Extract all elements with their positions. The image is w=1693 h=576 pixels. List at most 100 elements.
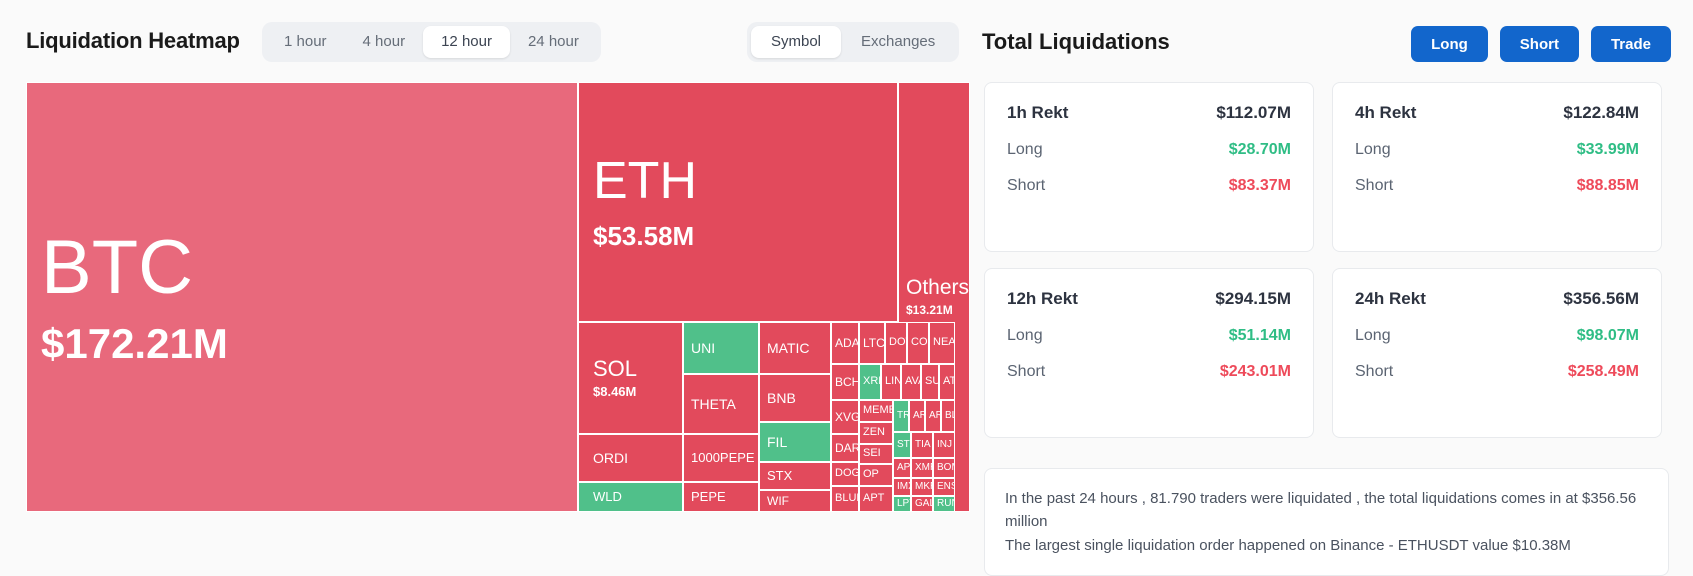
treemap-tile-symbol: DOT: [889, 336, 906, 349]
stat-card-12h-short-value: $243.01M: [1219, 363, 1291, 380]
treemap-tile-sei[interactable]: SEI: [859, 444, 893, 464]
treemap-tile-value: $13.21M: [906, 303, 953, 318]
stat-card-12h-long-label: Long: [1007, 327, 1043, 344]
treemap-tile-symbol: APE: [897, 461, 911, 473]
treemap-tile-xvg[interactable]: XVG: [831, 400, 859, 434]
liquidation-treemap[interactable]: BTC $172.21M ETH $53.58M Others $13.21M SOL $8.…: [26, 82, 970, 512]
timeframe-24-hour[interactable]: 24 hour: [510, 26, 597, 58]
treemap-tile-ape[interactable]: APE: [893, 458, 911, 478]
treemap-tile-fil[interactable]: FIL: [759, 422, 831, 462]
treemap-tile-symbol: AR: [913, 409, 924, 421]
treemap-tile-symbol: LTC: [863, 335, 885, 350]
treemap-tile-ens[interactable]: ENS: [933, 478, 955, 496]
treemap-tile-strk[interactable]: STRK: [893, 432, 911, 458]
treemap-tile-eth[interactable]: ETH $53.58M: [578, 82, 898, 322]
treemap-tile-symbol: BLZ: [945, 409, 954, 421]
treemap-tile-symbol: SEI: [863, 447, 881, 460]
treemap-tile-btc[interactable]: BTC $172.21M: [26, 82, 578, 512]
stat-card-1h-short-label: Short: [1007, 177, 1046, 194]
treemap-tile-avax[interactable]: AVAX: [901, 364, 921, 400]
short-button[interactable]: Short: [1499, 26, 1579, 62]
stat-card-1h-title: 1h Rekt: [1007, 103, 1069, 122]
treemap-tile-value: $8.46M: [593, 384, 637, 400]
treemap-tile-symbol: WIF: [767, 493, 789, 508]
stat-card-12h-long-row: Long $51.14M: [1007, 327, 1291, 345]
treemap-tile-symbol: NEAR: [933, 336, 955, 349]
treemap-tile-link[interactable]: LINK: [881, 364, 901, 400]
treemap-tile-ar[interactable]: AR: [909, 400, 925, 432]
stat-card-4h-title: 4h Rekt: [1355, 103, 1417, 122]
treemap-tile-ada[interactable]: ADA: [831, 322, 859, 364]
treemap-tile-gala[interactable]: GALA: [911, 496, 933, 512]
treemap-tile-wld[interactable]: WLD: [578, 482, 683, 512]
treemap-tile-mkr[interactable]: MKR: [911, 478, 933, 496]
timeframe-1-hour[interactable]: 1 hour: [266, 26, 345, 58]
trade-button[interactable]: Trade: [1590, 26, 1671, 62]
treemap-tile-symbol: BLUR: [835, 492, 858, 505]
treemap-tile-1000pepe[interactable]: 1000PEPE: [683, 434, 759, 482]
treemap-tile-symbol: STRK: [897, 438, 910, 450]
treemap-tile-op[interactable]: OP: [859, 464, 893, 486]
treemap-tile-inj[interactable]: INJ: [933, 432, 955, 458]
treemap-tile-xmr[interactable]: XMR: [911, 458, 933, 478]
timeframe-4-hour[interactable]: 4 hour: [345, 26, 424, 58]
view-exchanges[interactable]: Exchanges: [841, 26, 955, 58]
treemap-tile-value: $53.58M: [593, 220, 695, 251]
treemap-tile-comp[interactable]: COMP: [907, 322, 929, 364]
view-symbol[interactable]: Symbol: [751, 26, 842, 58]
stat-card-24h-long-value: $98.07M: [1576, 327, 1639, 344]
treemap-tile-trx[interactable]: TRX: [893, 400, 909, 432]
treemap-tile-wif[interactable]: WIF: [759, 490, 831, 512]
treemap-tile-matic[interactable]: MATIC: [759, 322, 831, 374]
treemap-tile-sui[interactable]: SUI: [921, 364, 939, 400]
treemap-tile-dot[interactable]: DOT: [885, 322, 907, 364]
treemap-tile-uni[interactable]: UNI: [683, 322, 759, 374]
treemap-tile-symbol: ATOM: [943, 375, 955, 388]
treemap-tile-zen[interactable]: ZEN: [859, 422, 893, 444]
summary-line-2: The largest single liquidation order hap…: [1005, 536, 1571, 554]
timeframe-12-hour[interactable]: 12 hour: [423, 26, 510, 58]
stat-card-1h-long-row: Long $28.70M: [1007, 141, 1291, 159]
long-button[interactable]: Long: [1411, 26, 1488, 62]
treemap-tile-bch[interactable]: BCH: [831, 364, 859, 400]
treemap-tile-rune[interactable]: RUNE: [933, 496, 955, 512]
treemap-tile-doge[interactable]: DOGE: [831, 462, 859, 486]
stat-card-24h[interactable]: 24h Rekt $356.56M Long $98.07M Short $25…: [1332, 268, 1662, 438]
stat-card-4h-short-label: Short: [1355, 177, 1394, 194]
stat-card-24h-short-row: Short $258.49M: [1355, 363, 1639, 381]
view-selector[interactable]: Symbol Exchanges: [747, 22, 960, 62]
stat-card-12h-total-row: 12h Rekt $294.15M: [1007, 289, 1291, 309]
treemap-tile-xrp[interactable]: XRP: [859, 364, 881, 400]
treemap-tile-meme[interactable]: MEME: [859, 400, 893, 422]
treemap-tile-tia[interactable]: TIA: [911, 432, 933, 458]
stat-card-12h-total: $294.15M: [1215, 289, 1291, 308]
treemap-tile-stx[interactable]: STX: [759, 462, 831, 490]
treemap-tile-bnb[interactable]: BNB: [759, 374, 831, 422]
treemap-tile-dark[interactable]: DARK: [831, 434, 859, 462]
treemap-tile-apt[interactable]: APT: [859, 486, 893, 512]
treemap-tile-atom[interactable]: ATOM: [939, 364, 955, 400]
total-liquidations-title: Total Liquidations: [982, 29, 1170, 54]
timeframe-selector[interactable]: 1 hour 4 hour 12 hour 24 hour: [262, 22, 601, 62]
treemap-tile-near[interactable]: NEAR: [929, 322, 955, 364]
treemap-tile-ltc[interactable]: LTC: [859, 322, 885, 364]
treemap-tile-bome[interactable]: BOME: [933, 458, 955, 478]
treemap-tile-theta[interactable]: THETA: [683, 374, 759, 434]
stat-card-1h-long-value: $28.70M: [1228, 141, 1291, 158]
stat-card-4h[interactable]: 4h Rekt $122.84M Long $33.99M Short $88.…: [1332, 82, 1662, 252]
stat-card-4h-total-row: 4h Rekt $122.84M: [1355, 103, 1639, 123]
treemap-tile-symbol: XMR: [915, 461, 932, 473]
treemap-tile-lpt[interactable]: LPT: [893, 496, 911, 512]
treemap-tile-symbol: TRX: [897, 409, 908, 421]
treemap-tile-blur[interactable]: BLUR: [831, 486, 859, 512]
stat-card-12h[interactable]: 12h Rekt $294.15M Long $51.14M Short $24…: [984, 268, 1314, 438]
stat-card-4h-total: $122.84M: [1563, 103, 1639, 122]
stat-card-1h[interactable]: 1h Rekt $112.07M Long $28.70M Short $83.…: [984, 82, 1314, 252]
treemap-tile-blz[interactable]: BLZ: [941, 400, 955, 432]
treemap-tile-pepe[interactable]: PEPE: [683, 482, 759, 512]
treemap-tile-sol[interactable]: SOL $8.46M: [578, 322, 683, 434]
page-title: Liquidation Heatmap: [26, 28, 240, 53]
treemap-tile-imx[interactable]: IMX: [893, 478, 911, 496]
treemap-tile-arb[interactable]: ARB: [925, 400, 941, 432]
treemap-tile-ordi[interactable]: ORDI: [578, 434, 683, 482]
